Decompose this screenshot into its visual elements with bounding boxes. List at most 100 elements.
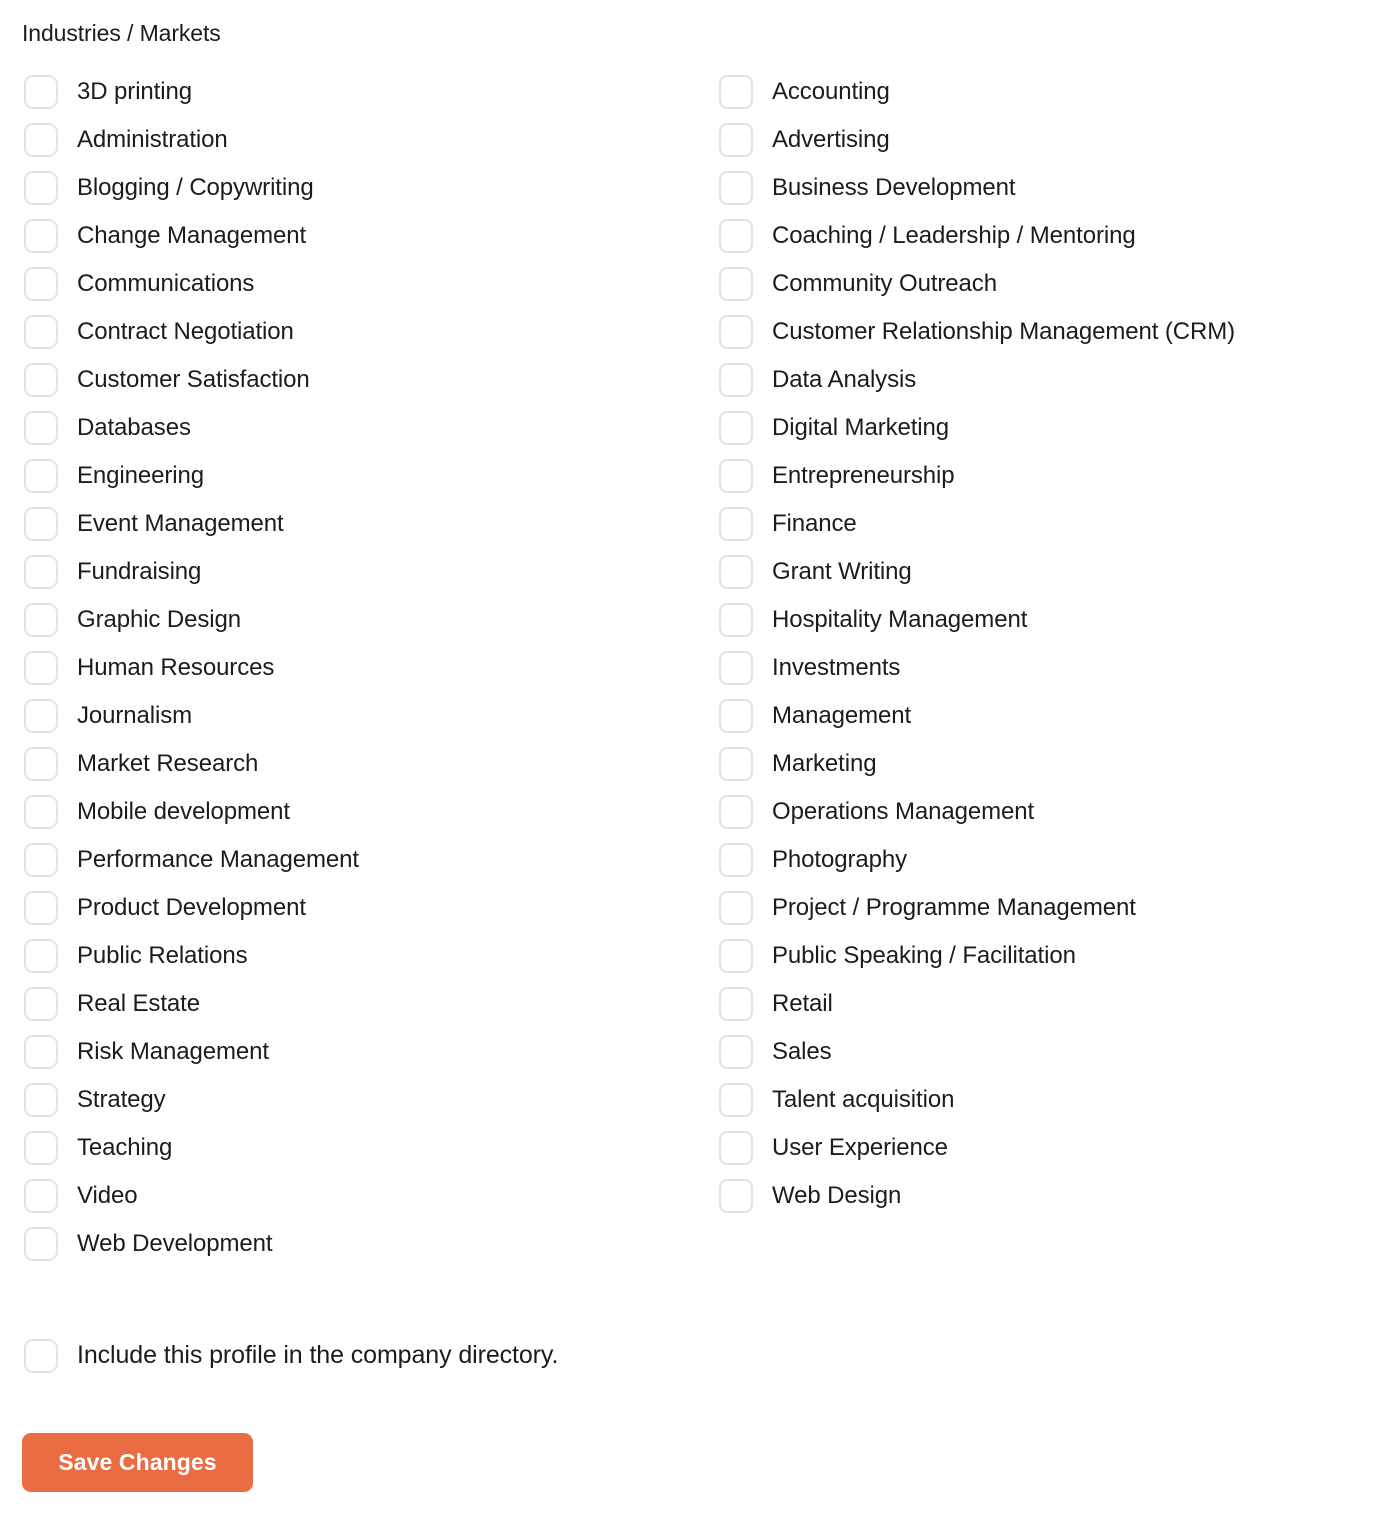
industry-checkbox[interactable] (24, 459, 58, 493)
checkbox-row[interactable]: Marketing (719, 740, 1390, 788)
industry-checkbox[interactable] (719, 1131, 753, 1165)
checkbox-row[interactable]: Community Outreach (719, 260, 1390, 308)
checkbox-row[interactable]: Project / Programme Management (719, 884, 1390, 932)
checkbox-row[interactable]: Change Management (24, 212, 700, 260)
checkbox-row[interactable]: Web Development (24, 1220, 700, 1268)
checkbox-row[interactable]: Customer Satisfaction (24, 356, 700, 404)
industry-checkbox[interactable] (24, 315, 58, 349)
checkbox-row[interactable]: Entrepreneurship (719, 452, 1390, 500)
checkbox-row[interactable]: Graphic Design (24, 596, 700, 644)
industry-checkbox[interactable] (719, 651, 753, 685)
checkbox-row[interactable]: Photography (719, 836, 1390, 884)
industry-checkbox[interactable] (719, 75, 753, 109)
industry-checkbox[interactable] (719, 843, 753, 877)
checkbox-row[interactable]: Event Management (24, 500, 700, 548)
directory-checkbox[interactable] (24, 1339, 58, 1373)
checkbox-row[interactable]: Human Resources (24, 644, 700, 692)
industry-checkbox[interactable] (719, 171, 753, 205)
industry-checkbox[interactable] (24, 219, 58, 253)
checkbox-row[interactable]: Strategy (24, 1076, 700, 1124)
industry-checkbox[interactable] (24, 363, 58, 397)
checkbox-row[interactable]: Market Research (24, 740, 700, 788)
checkbox-row[interactable]: Sales (719, 1028, 1390, 1076)
industry-checkbox[interactable] (24, 555, 58, 589)
checkbox-row[interactable]: Communications (24, 260, 700, 308)
checkbox-row[interactable]: Business Development (719, 164, 1390, 212)
industry-checkbox[interactable] (719, 555, 753, 589)
industry-checkbox[interactable] (24, 1131, 58, 1165)
industry-checkbox[interactable] (24, 747, 58, 781)
checkbox-row[interactable]: Risk Management (24, 1028, 700, 1076)
industry-checkbox[interactable] (719, 939, 753, 973)
checkbox-row[interactable]: Fundraising (24, 548, 700, 596)
industry-checkbox[interactable] (719, 219, 753, 253)
checkbox-row[interactable]: Data Analysis (719, 356, 1390, 404)
checkbox-row[interactable]: Investments (719, 644, 1390, 692)
industry-checkbox[interactable] (24, 123, 58, 157)
save-changes-button[interactable]: Save Changes (22, 1433, 253, 1492)
industry-checkbox[interactable] (719, 1179, 753, 1213)
checkbox-row[interactable]: Web Design (719, 1172, 1390, 1220)
industry-checkbox[interactable] (719, 315, 753, 349)
checkbox-row[interactable]: 3D printing (24, 68, 700, 116)
industry-checkbox[interactable] (719, 123, 753, 157)
checkbox-row[interactable]: Grant Writing (719, 548, 1390, 596)
checkbox-row[interactable]: User Experience (719, 1124, 1390, 1172)
checkbox-row[interactable]: Digital Marketing (719, 404, 1390, 452)
checkbox-row[interactable]: Real Estate (24, 980, 700, 1028)
industry-checkbox[interactable] (719, 747, 753, 781)
industry-checkbox[interactable] (24, 507, 58, 541)
checkbox-row[interactable]: Databases (24, 404, 700, 452)
industry-checkbox[interactable] (24, 987, 58, 1021)
industry-checkbox[interactable] (24, 411, 58, 445)
checkbox-row[interactable]: Advertising (719, 116, 1390, 164)
industry-checkbox[interactable] (719, 267, 753, 301)
industry-checkbox[interactable] (719, 987, 753, 1021)
checkbox-row[interactable]: Performance Management (24, 836, 700, 884)
industry-checkbox[interactable] (719, 507, 753, 541)
industry-checkbox[interactable] (24, 1227, 58, 1261)
industry-checkbox[interactable] (24, 795, 58, 829)
checkbox-row[interactable]: Operations Management (719, 788, 1390, 836)
checkbox-row[interactable]: Product Development (24, 884, 700, 932)
checkbox-row[interactable]: Teaching (24, 1124, 700, 1172)
checkbox-row[interactable]: Talent acquisition (719, 1076, 1390, 1124)
industry-checkbox[interactable] (24, 267, 58, 301)
industry-checkbox[interactable] (719, 1035, 753, 1069)
checkbox-row[interactable]: Coaching / Leadership / Mentoring (719, 212, 1390, 260)
checkbox-row[interactable]: Hospitality Management (719, 596, 1390, 644)
checkbox-row[interactable]: Retail (719, 980, 1390, 1028)
checkbox-row[interactable]: Public Speaking / Facilitation (719, 932, 1390, 980)
checkbox-row[interactable]: Engineering (24, 452, 700, 500)
industry-checkbox[interactable] (24, 1179, 58, 1213)
checkbox-row[interactable]: Customer Relationship Management (CRM) (719, 308, 1390, 356)
industry-checkbox[interactable] (719, 603, 753, 637)
industry-checkbox[interactable] (719, 1083, 753, 1117)
checkbox-row[interactable]: Blogging / Copywriting (24, 164, 700, 212)
industry-checkbox[interactable] (24, 603, 58, 637)
checkbox-row[interactable]: Management (719, 692, 1390, 740)
industry-checkbox[interactable] (24, 891, 58, 925)
industry-checkbox[interactable] (719, 699, 753, 733)
industry-checkbox[interactable] (24, 1083, 58, 1117)
checkbox-row[interactable]: Video (24, 1172, 700, 1220)
industry-checkbox[interactable] (24, 699, 58, 733)
checkbox-row[interactable]: Mobile development (24, 788, 700, 836)
checkbox-row[interactable]: Public Relations (24, 932, 700, 980)
checkbox-row[interactable]: Contract Negotiation (24, 308, 700, 356)
industry-checkbox[interactable] (24, 171, 58, 205)
checkbox-row[interactable]: Journalism (24, 692, 700, 740)
industry-checkbox[interactable] (719, 411, 753, 445)
industry-checkbox[interactable] (719, 795, 753, 829)
industry-checkbox[interactable] (719, 891, 753, 925)
industry-checkbox[interactable] (719, 363, 753, 397)
directory-opt-in-row[interactable]: Include this profile in the company dire… (24, 1339, 558, 1373)
industry-checkbox[interactable] (719, 459, 753, 493)
industry-checkbox[interactable] (24, 651, 58, 685)
industry-checkbox[interactable] (24, 1035, 58, 1069)
industry-checkbox[interactable] (24, 843, 58, 877)
industry-checkbox[interactable] (24, 939, 58, 973)
checkbox-row[interactable]: Finance (719, 500, 1390, 548)
checkbox-row[interactable]: Accounting (719, 68, 1390, 116)
industry-checkbox[interactable] (24, 75, 58, 109)
